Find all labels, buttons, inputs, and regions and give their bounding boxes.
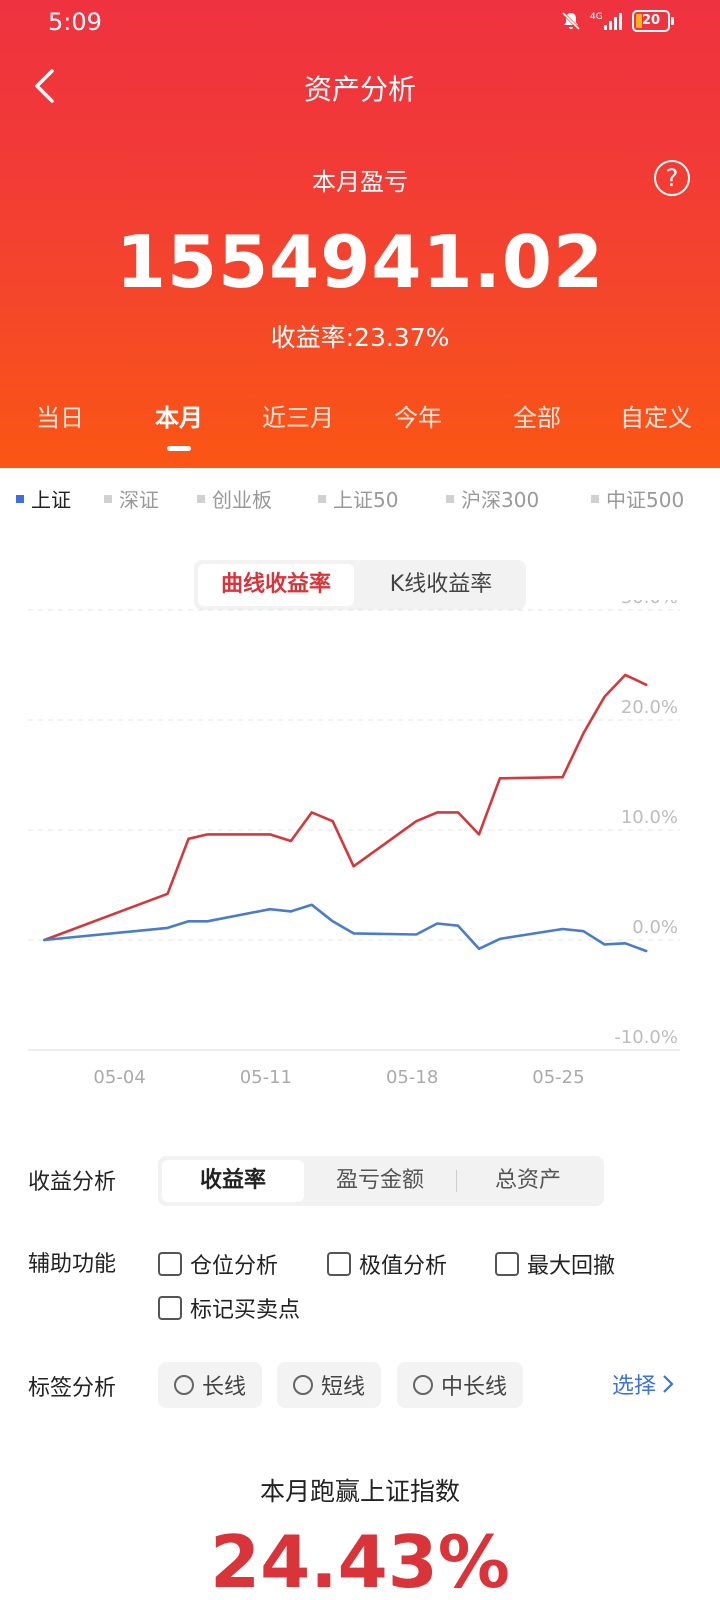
- checkbox-icon[interactable]: [495, 1252, 519, 1276]
- mute-bell-icon: [560, 10, 582, 32]
- extreme-analysis-checkbox[interactable]: 极值分析: [327, 1248, 447, 1280]
- radio-icon[interactable]: [174, 1375, 194, 1395]
- pnl-amount-button[interactable]: 盈亏金额: [308, 1160, 452, 1202]
- battery-level: 20: [641, 13, 661, 28]
- index-selector: 上证 深证 创业板 上证50 沪深300 中证500: [0, 484, 720, 520]
- yield-analysis-switch: 收益率 盈亏金额 总资产: [158, 1156, 604, 1206]
- mark-trades-checkbox[interactable]: 标记买卖点: [158, 1292, 300, 1324]
- position-analysis-checkbox[interactable]: 仓位分析: [158, 1248, 278, 1280]
- index-csi500[interactable]: 中证500: [591, 484, 684, 513]
- y-tick-label: 30.0%: [621, 600, 678, 608]
- y-tick-label: 0.0%: [632, 917, 678, 938]
- segment-divider: [456, 1170, 457, 1192]
- nav-bar: 资产分析: [0, 56, 720, 116]
- signal-icon: 4G: [590, 10, 624, 32]
- active-tab-indicator: [167, 446, 191, 451]
- tab-all[interactable]: 全部: [497, 398, 577, 433]
- total-assets-button[interactable]: 总资产: [456, 1160, 600, 1202]
- period-tabs: 当日 本月 近三月 今年 全部 自定义: [0, 398, 720, 468]
- month-pnl-label: 本月盈亏: [312, 168, 408, 196]
- index-sse50[interactable]: 上证50: [318, 484, 398, 513]
- tab-this-month[interactable]: 本月: [139, 398, 219, 433]
- tab-last-three-months[interactable]: 近三月: [248, 398, 348, 433]
- header-panel: 5:09 4G 20 资产分析 本月盈亏 ? 1554941.02 收益率:23…: [0, 0, 720, 468]
- chevron-right-icon: [656, 1374, 674, 1394]
- max-drawdown-checkbox[interactable]: 最大回撤: [495, 1248, 615, 1280]
- yield-rate: 收益率:23.37%: [270, 323, 450, 352]
- svg-text:4G: 4G: [590, 12, 603, 22]
- tag-short-term[interactable]: 短线: [277, 1362, 382, 1408]
- tab-today[interactable]: 当日: [20, 398, 100, 433]
- aux-function-label: 辅助功能: [28, 1252, 117, 1277]
- x-tick-label: 05-25: [532, 1067, 584, 1088]
- beat-index-value: 24.43%: [210, 1520, 510, 1600]
- index-szse[interactable]: 深证: [104, 484, 159, 513]
- help-icon[interactable]: ?: [654, 160, 690, 196]
- tab-this-year[interactable]: 今年: [378, 398, 458, 433]
- benchmark-series-line: [43, 903, 648, 953]
- tag-mid-long-term[interactable]: 中长线: [397, 1362, 524, 1408]
- checkbox-icon[interactable]: [327, 1252, 351, 1276]
- y-tick-label: 20.0%: [621, 697, 678, 718]
- month-pnl-amount: 1554941.02: [115, 220, 605, 304]
- radio-icon[interactable]: [293, 1375, 313, 1395]
- x-tick-label: 05-11: [240, 1067, 292, 1088]
- status-time: 5:09: [48, 8, 102, 36]
- tag-analysis-label: 标签分析: [28, 1376, 117, 1401]
- select-tags-link[interactable]: 选择: [612, 1368, 674, 1400]
- yield-analysis-label: 收益分析: [28, 1170, 117, 1195]
- status-icons: 4G 20: [560, 10, 674, 32]
- index-sse[interactable]: 上证: [16, 484, 71, 513]
- index-chinext[interactable]: 创业板: [197, 484, 272, 513]
- radio-icon[interactable]: [413, 1375, 433, 1395]
- x-tick-label: 05-18: [386, 1067, 438, 1088]
- portfolio-series-line: [43, 673, 648, 942]
- checkbox-icon[interactable]: [158, 1252, 182, 1276]
- x-tick-label: 05-04: [93, 1067, 145, 1088]
- beat-index-title: 本月跑赢上证指数: [259, 1477, 460, 1506]
- tab-custom[interactable]: 自定义: [606, 398, 706, 433]
- page-title: 资产分析: [303, 73, 416, 106]
- tag-long-term[interactable]: 长线: [158, 1362, 263, 1408]
- yield-line-chart: 30.0% 20.0% 10.0% 0.0% -10.0% 05-04 05-11 05-1…: [28, 600, 680, 1088]
- status-bar: 5:09 4G 20: [0, 0, 720, 46]
- y-tick-label: -10.0%: [614, 1027, 678, 1048]
- battery-icon: 20: [632, 10, 674, 32]
- checkbox-icon[interactable]: [158, 1296, 182, 1320]
- yield-rate-button[interactable]: 收益率: [162, 1160, 304, 1202]
- y-tick-label: 10.0%: [621, 807, 678, 828]
- index-csi300[interactable]: 沪深300: [446, 484, 539, 513]
